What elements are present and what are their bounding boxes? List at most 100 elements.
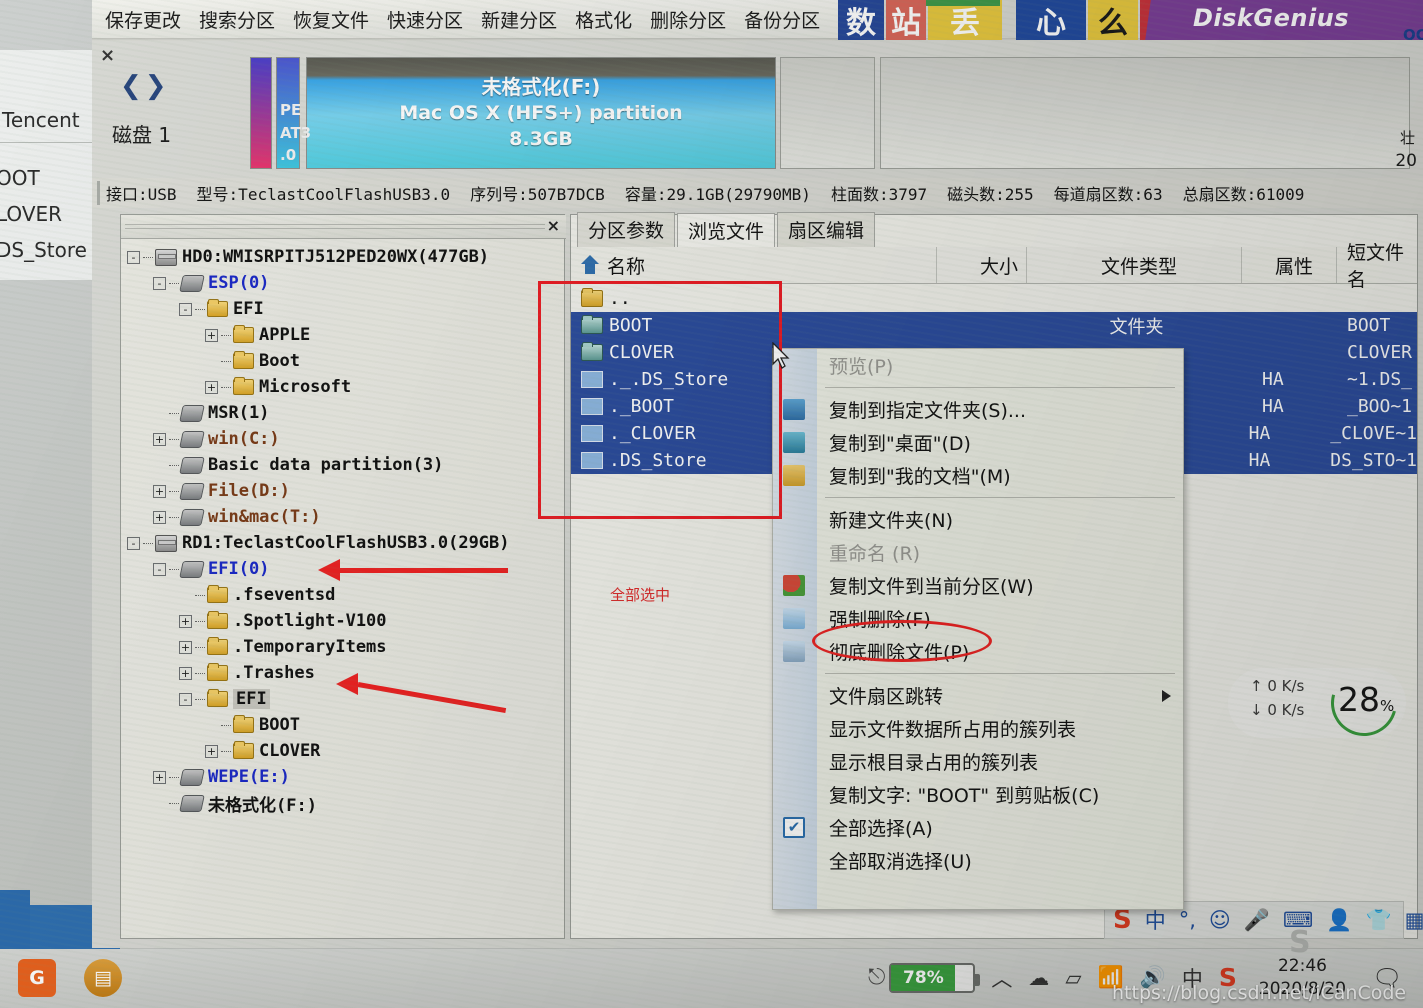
- tree-expand-icon[interactable]: +: [153, 432, 166, 446]
- tree-node-label: RD1:TeclastCoolFlashUSB3.0(29GB): [182, 533, 510, 553]
- close-icon[interactable]: ×: [100, 45, 115, 66]
- tree-node[interactable]: + WEPE(E:): [121, 764, 564, 790]
- mouse-cursor-icon: [772, 342, 790, 369]
- tree-expand-icon[interactable]: +: [153, 510, 166, 524]
- sogou-browser-icon[interactable]: G: [18, 959, 56, 997]
- ime-user-icon[interactable]: 👤: [1326, 908, 1352, 933]
- nav-prev-icon[interactable]: ❮: [120, 71, 145, 101]
- battery-indicator[interactable]: ⎋ 78%: [868, 962, 981, 993]
- tree-collapse-icon[interactable]: -: [127, 250, 140, 264]
- context-menu-item-label: 全部选择(A): [829, 818, 933, 840]
- tree-node[interactable]: + File(D:): [121, 478, 564, 504]
- column-filetype[interactable]: 文件类型: [1027, 247, 1242, 283]
- ime-skin-icon[interactable]: 👕: [1365, 908, 1391, 933]
- tree-node[interactable]: + CLOVER: [121, 738, 564, 764]
- annotation-ellipse-force-delete: [812, 620, 992, 662]
- power-plug-icon: ⎋: [868, 965, 886, 991]
- tree-expand-icon[interactable]: +: [179, 666, 192, 680]
- tab-partition-params[interactable]: 分区参数: [577, 212, 676, 247]
- copy-docs-icon: [783, 465, 805, 486]
- sogou-float-icon[interactable]: S: [1289, 925, 1311, 960]
- tree-node[interactable]: + win&mac(T:): [121, 504, 564, 530]
- context-menu-separator: [825, 673, 1175, 674]
- context-menu-item[interactable]: 全部取消选择(U): [773, 844, 1183, 877]
- toolbar-delete-partition[interactable]: 删除分区: [641, 3, 735, 36]
- tencent-window-fragment[interactable]: Tencent OOT LOVER DS_Store: [0, 50, 98, 280]
- tree-node[interactable]: - HD0:WMISRPITJ512PED20WX(477GB): [121, 244, 564, 270]
- toolbar-search-partition[interactable]: 搜索分区: [190, 3, 284, 36]
- tree-close-icon[interactable]: ×: [547, 216, 560, 235]
- context-menu-item[interactable]: 显示文件数据所占用的簇列表: [773, 712, 1183, 745]
- battery-tray-icon[interactable]: ▱: [1065, 966, 1081, 990]
- tree-expand-icon[interactable]: +: [205, 380, 218, 394]
- tree-node[interactable]: 未格式化(F:): [121, 790, 564, 816]
- context-menu-item[interactable]: 显示根目录占用的簇列表: [773, 745, 1183, 778]
- tree-expand-icon[interactable]: +: [205, 744, 218, 758]
- tree-expand-icon[interactable]: +: [153, 770, 166, 784]
- toolbar-quick-partition[interactable]: 快速分区: [378, 3, 472, 36]
- tree-collapse-icon[interactable]: -: [153, 276, 166, 290]
- tree-node[interactable]: MSR(1): [121, 400, 564, 426]
- onedrive-cloud-icon[interactable]: ☁: [1028, 966, 1049, 990]
- ime-punctuation-icon[interactable]: °,: [1179, 908, 1196, 932]
- tree-node[interactable]: + .TemporaryItems: [121, 634, 564, 660]
- column-name[interactable]: 名称: [607, 247, 937, 283]
- tree-node[interactable]: BOOT: [121, 712, 564, 738]
- tree-expand-icon[interactable]: +: [205, 328, 218, 342]
- column-size[interactable]: 大小: [937, 247, 1027, 283]
- tree-collapse-icon[interactable]: -: [127, 536, 140, 550]
- context-menu-item[interactable]: 复制文字: "BOOT" 到剪贴板(C): [773, 778, 1183, 811]
- ime-apps-icon[interactable]: ▦: [1405, 908, 1423, 932]
- network-speed-widget[interactable]: ↑ 0 K/s ↓ 0 K/s 28%: [1228, 657, 1410, 749]
- tree-node[interactable]: - EFI: [121, 296, 564, 322]
- context-menu-item[interactable]: 新建文件夹(N): [773, 503, 1183, 536]
- tab-browse-files[interactable]: 浏览文件: [677, 213, 776, 248]
- tree-collapse-icon[interactable]: -: [179, 692, 192, 706]
- tree-node[interactable]: + Microsoft: [121, 374, 564, 400]
- nav-next-icon[interactable]: ❯: [145, 71, 170, 101]
- tree-node[interactable]: - RD1:TeclastCoolFlashUSB3.0(29GB): [121, 530, 564, 556]
- tree-node[interactable]: + APPLE: [121, 322, 564, 348]
- tree-node[interactable]: - ESP(0): [121, 270, 564, 296]
- frag-item-dsstore[interactable]: DS_Store: [0, 238, 87, 262]
- tree-expand-icon[interactable]: +: [153, 484, 166, 498]
- tree-collapse-icon[interactable]: -: [153, 562, 166, 576]
- partition-block-blank-2[interactable]: [880, 57, 1410, 169]
- explorer-icon[interactable]: ▤: [84, 959, 122, 997]
- context-menu-item[interactable]: ✔ 全部选择(A): [773, 811, 1183, 844]
- battery-icon[interactable]: 78%: [889, 962, 981, 993]
- frag-item-clover[interactable]: LOVER: [0, 202, 62, 226]
- toolbar-format[interactable]: 格式化: [566, 3, 641, 36]
- tab-sector-edit[interactable]: 扇区编辑: [777, 212, 876, 247]
- disk-nav-arrows[interactable]: ❮❯: [120, 71, 170, 101]
- tree-expand-icon[interactable]: +: [179, 640, 192, 654]
- tree-expand-icon[interactable]: +: [179, 614, 192, 628]
- tree-node-label: HD0:WMISRPITJ512PED20WX(477GB): [182, 247, 490, 267]
- tree-collapse-icon[interactable]: -: [179, 302, 192, 316]
- context-menu-item[interactable]: 复制文件到当前分区(W): [773, 569, 1183, 602]
- partition-block-blank-1[interactable]: [780, 57, 875, 169]
- tree-node[interactable]: + .Spotlight-V100: [121, 608, 564, 634]
- frag-item-boot[interactable]: OOT: [0, 166, 40, 190]
- tray-expand-chevron-icon[interactable]: ︿: [991, 963, 1012, 993]
- column-shortname[interactable]: 短文件名: [1337, 242, 1417, 291]
- up-directory-icon[interactable]: [579, 255, 601, 275]
- context-menu-item[interactable]: 文件扇区跳转: [773, 679, 1183, 712]
- ime-microphone-icon[interactable]: 🎤: [1244, 908, 1270, 933]
- toolbar-new-partition[interactable]: 新建分区: [472, 3, 566, 36]
- tree-node[interactable]: Basic data partition(3): [121, 452, 564, 478]
- toolbar-backup-partition[interactable]: 备份分区: [735, 3, 829, 36]
- tree-node[interactable]: .fseventsd: [121, 582, 564, 608]
- context-menu-item[interactable]: 复制到"我的文档"(M): [773, 459, 1183, 492]
- context-menu-item[interactable]: 复制到"桌面"(D): [773, 426, 1183, 459]
- partition-block-esp[interactable]: [250, 57, 272, 169]
- toolbar-save-changes[interactable]: 保存更改: [96, 3, 190, 36]
- context-menu-item[interactable]: 复制到指定文件夹(S)...: [773, 393, 1183, 426]
- partition-block-unformatted[interactable]: 未格式化(F:) Mac OS X (HFS+) partition 8.3GB: [306, 57, 776, 169]
- tree-node[interactable]: + win(C:): [121, 426, 564, 452]
- part-icon: [179, 508, 205, 526]
- tree-node[interactable]: Boot: [121, 348, 564, 374]
- column-attributes[interactable]: 属性: [1242, 247, 1337, 283]
- ime-emoji-icon[interactable]: ☺: [1209, 908, 1231, 932]
- toolbar-recover-files[interactable]: 恢复文件: [284, 3, 378, 36]
